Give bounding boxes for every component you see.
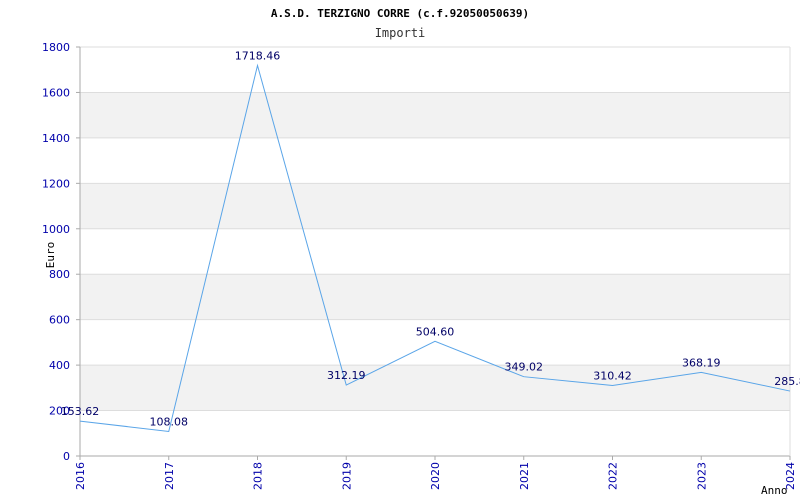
y-axis-label: Euro xyxy=(44,242,57,269)
grid-band xyxy=(80,183,790,229)
x-tick-label: 2021 xyxy=(518,462,531,490)
x-tick-label: 2023 xyxy=(695,462,708,490)
data-label: 312.19 xyxy=(327,369,366,382)
grid-band xyxy=(80,274,790,320)
data-label: 1718.46 xyxy=(235,50,281,63)
y-tick-label: 1600 xyxy=(42,86,70,99)
data-label: 504.60 xyxy=(416,325,455,338)
y-tick-label: 1800 xyxy=(42,41,70,54)
chart-title: A.S.D. TERZIGNO CORRE (c.f.92050050639) xyxy=(271,7,529,20)
y-tick-label: 1200 xyxy=(42,177,70,190)
data-label: 153.62 xyxy=(61,405,100,418)
y-tick-label: 1400 xyxy=(42,132,70,145)
grid-band xyxy=(80,92,790,138)
y-tick-label: 800 xyxy=(49,268,70,281)
x-axis-label: Anno xyxy=(761,484,788,497)
y-tick-label: 400 xyxy=(49,359,70,372)
data-label: 285.8 xyxy=(774,375,800,388)
data-label: 349.02 xyxy=(505,361,544,374)
data-label: 368.19 xyxy=(682,356,721,369)
x-tick-label: 2017 xyxy=(163,462,176,490)
y-tick-label: 600 xyxy=(49,314,70,327)
x-tick-label: 2018 xyxy=(252,462,265,490)
x-axis-ticks: 2016 2017 2018 2019 2020 2021 2022 2023 2024 xyxy=(74,456,797,490)
y-tick-label: 0 xyxy=(63,450,70,463)
x-tick-label: 2022 xyxy=(607,462,620,490)
data-label: 310.42 xyxy=(593,369,632,382)
line-chart: A.S.D. TERZIGNO CORRE (c.f.92050050639) … xyxy=(42,7,800,497)
chart-subtitle: Importi xyxy=(375,26,426,40)
x-tick-label: 2019 xyxy=(340,462,353,490)
data-label: 108.08 xyxy=(150,415,189,428)
grid-band xyxy=(80,365,790,411)
x-tick-label: 2020 xyxy=(429,462,442,490)
x-tick-label: 2016 xyxy=(74,462,87,490)
y-tick-label: 1000 xyxy=(42,223,70,236)
